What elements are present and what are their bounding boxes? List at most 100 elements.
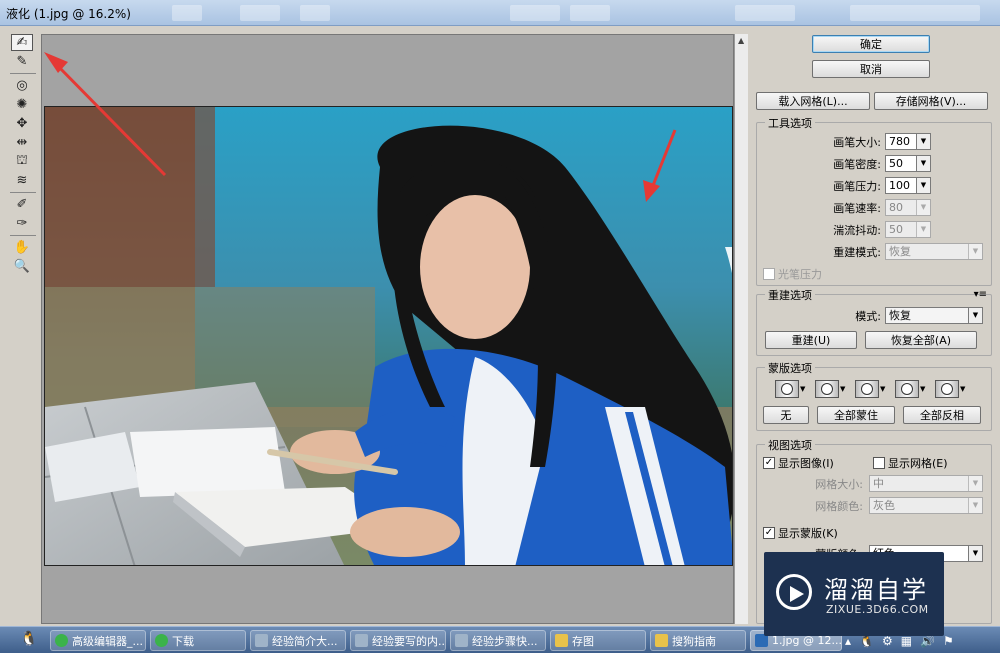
document-icon xyxy=(355,634,368,647)
toolbox-divider xyxy=(10,235,36,236)
brush-size-value: 780 xyxy=(889,135,910,148)
show-mask-checkbox[interactable]: ✓ 显示蒙版(K) xyxy=(763,525,838,541)
mask-all-button[interactable]: 全部蒙住 xyxy=(817,406,895,424)
mask-subtract-icon[interactable]: ▼ xyxy=(855,380,887,398)
taskbar-item-label: 搜狗指南 xyxy=(672,634,716,648)
mask-add-icon[interactable]: ▼ xyxy=(815,380,847,398)
reconstruct-options-mode-value: 恢复 xyxy=(889,309,911,322)
toolbar-ghost-button xyxy=(850,5,980,21)
taskbar-item-label: 高级编辑器_... xyxy=(72,634,143,648)
view-options-title: 视图选项 xyxy=(765,437,815,453)
taskbar-item-label: 经验步骤快... xyxy=(472,634,538,648)
canvas-vertical-scrollbar[interactable]: ▲ xyxy=(734,34,748,624)
turbulent-jitter-value: 50 xyxy=(889,223,903,236)
reconstruct-options-mode-select[interactable]: 恢复 ▼ xyxy=(885,307,983,324)
mesh-color-value: 灰色 xyxy=(873,499,895,512)
mask-intersect-icon[interactable]: ▼ xyxy=(895,380,927,398)
folder-icon xyxy=(555,634,568,647)
taskbar-item-label: 下载 xyxy=(172,634,194,648)
invert-all-button[interactable]: 全部反相 xyxy=(903,406,981,424)
turbulent-jitter-label: 湍流抖动: xyxy=(833,224,881,237)
toolbox-divider xyxy=(10,73,36,74)
stylus-pressure-box xyxy=(763,268,775,280)
watermark-title: 溜溜自学 xyxy=(824,576,928,604)
preview-photo[interactable] xyxy=(44,106,733,566)
taskbar-item-label: 经验简介大... xyxy=(272,634,338,648)
taskbar-item[interactable]: 经验步骤快... xyxy=(450,630,546,651)
taskbar-item[interactable]: 高级编辑器_... xyxy=(50,630,146,651)
mask-replace-icon[interactable]: ▼ xyxy=(775,380,807,398)
reconstruct-options-group: 重建选项 ▾≡ 模式: 恢复 ▼ 重建(U) 恢复全部(A) xyxy=(756,287,992,356)
reconstruct-options-title: 重建选项 xyxy=(765,287,815,303)
show-image-checkbox[interactable]: ✓ 显示图像(I) xyxy=(763,455,834,471)
reconstruct-button[interactable]: 重建(U) xyxy=(765,331,857,349)
thaw-mask-tool-icon[interactable]: ✑ xyxy=(11,215,33,232)
brush-size-input[interactable]: 780 ▼ xyxy=(885,133,931,150)
cancel-button[interactable]: 取消 xyxy=(812,60,930,78)
liquify-options-panel: 确定 取消 载入网格(L)... 存储网格(V)... 工具选项 画笔大小: 7… xyxy=(752,30,996,626)
qq-penguin-icon[interactable]: 🐧 xyxy=(20,631,37,647)
mesh-size-dropdown-icon: ▼ xyxy=(968,476,982,491)
toolbar-ghost-button xyxy=(300,5,330,21)
mask-none-button[interactable]: 无 xyxy=(763,406,809,424)
twirl-tool-icon[interactable]: ◎ xyxy=(11,77,33,94)
turbulence-tool-icon[interactable]: ≋ xyxy=(11,172,33,189)
ok-button[interactable]: 确定 xyxy=(812,35,930,53)
brush-pressure-value: 100 xyxy=(889,179,910,192)
panel-menu-icon[interactable]: ▾≡ xyxy=(974,289,987,300)
brush-pressure-label: 画笔压力: xyxy=(833,180,881,193)
push-left-tool-icon[interactable]: ⇹ xyxy=(11,134,33,151)
brush-pressure-dropdown-icon[interactable]: ▼ xyxy=(916,178,930,193)
stylus-pressure-label: 光笔压力 xyxy=(778,268,822,281)
liquify-toolbox: ✍ ✎ ◎ ✺ ✥ ⇹ ⛫ ≋ ✐ ✑ ✋ 🔍 xyxy=(8,32,38,275)
reconstruct-mode-select: 恢复 ▼ xyxy=(885,243,983,260)
brush-density-input[interactable]: 50 ▼ xyxy=(885,155,931,172)
document-icon xyxy=(455,634,468,647)
taskbar-item-label: 存图 xyxy=(572,634,594,648)
brush-density-dropdown-icon[interactable]: ▼ xyxy=(916,156,930,171)
reconstruct-options-mode-dropdown-icon[interactable]: ▼ xyxy=(968,308,982,323)
toolbar-ghost-button xyxy=(510,5,560,21)
mesh-size-select: 中 ▼ xyxy=(869,475,983,492)
taskbar-item[interactable]: 经验简介大... xyxy=(250,630,346,651)
toolbar-ghost-button xyxy=(735,5,795,21)
taskbar-item[interactable]: 下载 xyxy=(150,630,246,651)
save-mesh-button[interactable]: 存储网格(V)... xyxy=(874,92,988,110)
flag-icon[interactable]: ⚑ xyxy=(943,634,954,648)
freeze-mask-tool-icon[interactable]: ✐ xyxy=(11,196,33,213)
show-image-label: 显示图像(I) xyxy=(778,457,834,470)
play-triangle-icon xyxy=(790,586,804,602)
brush-size-dropdown-icon[interactable]: ▼ xyxy=(916,134,930,149)
zoom-tool-icon[interactable]: 🔍 xyxy=(11,258,33,275)
hand-tool-icon[interactable]: ✋ xyxy=(11,239,33,256)
taskbar-item[interactable]: 存图 xyxy=(550,630,646,651)
bloat-tool-icon[interactable]: ✥ xyxy=(11,115,33,132)
tool-options-title: 工具选项 xyxy=(765,115,815,131)
load-mesh-button[interactable]: 载入网格(L)... xyxy=(756,92,870,110)
stylus-pressure-checkbox: 光笔压力 xyxy=(763,266,822,282)
scroll-up-arrow-icon[interactable]: ▲ xyxy=(738,36,744,45)
taskbar-item-label: 经验要写的内... xyxy=(372,634,446,648)
mesh-color-select: 灰色 ▼ xyxy=(869,497,983,514)
taskbar-item[interactable]: 经验要写的内... xyxy=(350,630,446,651)
folder-icon xyxy=(655,634,668,647)
toolbar-ghost-button xyxy=(172,5,202,21)
brush-size-label: 画笔大小: xyxy=(833,136,881,149)
site-watermark: 溜溜自学 ZIXUE.3D66.COM xyxy=(764,552,944,636)
mask-color-dropdown-icon[interactable]: ▼ xyxy=(968,546,982,561)
show-mesh-box[interactable] xyxy=(873,457,885,469)
brush-rate-dropdown-icon: ▼ xyxy=(916,200,930,215)
mirror-tool-icon[interactable]: ⛫ xyxy=(11,153,33,170)
show-image-box[interactable]: ✓ xyxy=(763,457,775,469)
toolbar-ghost-button xyxy=(240,5,280,21)
taskbar-item[interactable]: 搜狗指南 xyxy=(650,630,746,651)
pucker-tool-icon[interactable]: ✺ xyxy=(11,96,33,113)
forward-warp-tool-icon[interactable]: ✍ xyxy=(11,34,33,51)
brush-pressure-input[interactable]: 100 ▼ xyxy=(885,177,931,194)
show-mask-box[interactable]: ✓ xyxy=(763,527,775,539)
show-mesh-checkbox[interactable]: 显示网格(E) xyxy=(873,455,948,471)
document-icon xyxy=(255,634,268,647)
mask-invert-icon[interactable]: ▼ xyxy=(935,380,967,398)
restore-all-button[interactable]: 恢复全部(A) xyxy=(865,331,977,349)
reconstruct-tool-icon[interactable]: ✎ xyxy=(11,53,33,70)
